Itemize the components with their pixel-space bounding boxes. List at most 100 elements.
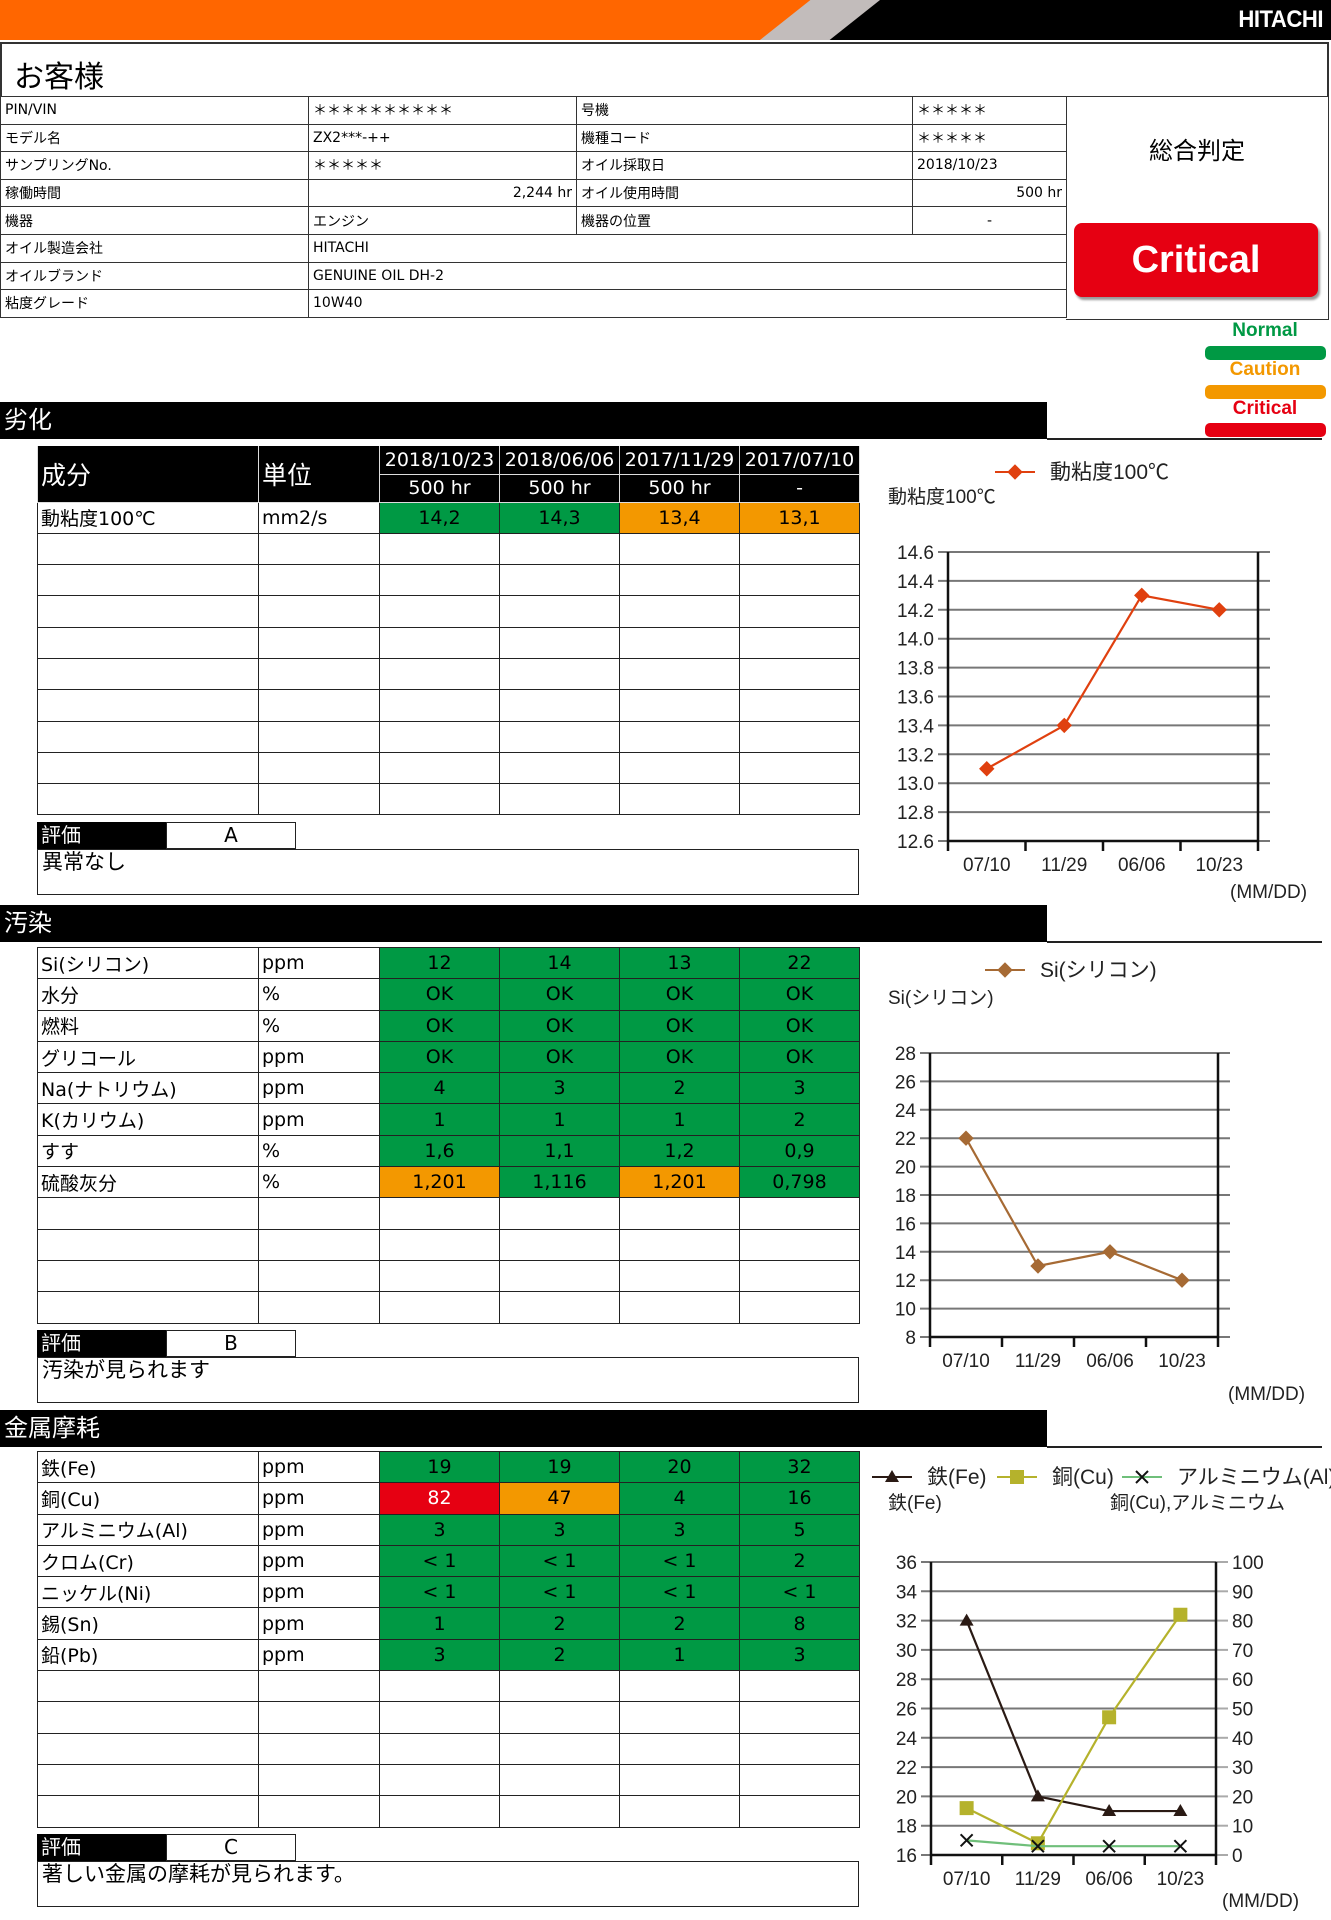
- empty-cell: [619, 657, 740, 691]
- measurement-cell: OK: [739, 1009, 860, 1042]
- empty-cell: [258, 1291, 380, 1324]
- y-right-tick-label: 0: [1232, 1846, 1243, 1867]
- measurement-cell: 2: [619, 1072, 740, 1105]
- measurement-cell: 47: [499, 1482, 620, 1515]
- empty-cell: [379, 1795, 500, 1828]
- x-tick-label: 07/10: [963, 855, 1011, 876]
- measurement-cell: 5: [739, 1513, 860, 1546]
- measurement-cell: 1,6: [379, 1134, 500, 1168]
- empty-cell: [258, 1701, 380, 1734]
- table-row: グリコール ppm OK OK OK OK: [37, 1040, 860, 1074]
- data-point: [959, 1801, 974, 1816]
- empty-cell: [258, 783, 380, 816]
- data-point: [1134, 587, 1150, 604]
- info-value: 2,244 hr: [308, 178, 577, 208]
- section-divider: [1047, 1446, 1322, 1448]
- empty-cell: [37, 1795, 259, 1828]
- empty-cell: [379, 751, 500, 785]
- y-tick-label: 24: [895, 1101, 917, 1122]
- component-name: Si(シリコン): [37, 946, 259, 980]
- y-tick-label: 16: [896, 1846, 917, 1867]
- empty-cell: [739, 783, 860, 816]
- y-tick-label: 13.2: [897, 745, 934, 766]
- empty-cell: [619, 751, 740, 785]
- legend-label: Si(シリコン): [1040, 959, 1157, 982]
- y-tick-label: 14.0: [897, 630, 934, 651]
- component-name: Na(ナトリウム): [37, 1072, 259, 1105]
- empty-cell: [258, 720, 380, 753]
- empty-row: [37, 1259, 860, 1293]
- evaluation-grade: B: [166, 1329, 296, 1357]
- empty-cell: [619, 626, 740, 659]
- measurement-cell: 13: [619, 946, 740, 980]
- info-value: ＊＊＊＊＊＊＊＊＊＊: [308, 96, 577, 125]
- empty-cell: [37, 1228, 259, 1261]
- empty-cell: [739, 657, 860, 691]
- data-point: [1102, 1710, 1117, 1725]
- empty-cell: [619, 1259, 740, 1293]
- y-tick-label: 18: [896, 1817, 917, 1838]
- empty-cell: [379, 1228, 500, 1261]
- empty-cell: [379, 1763, 500, 1797]
- empty-row: [37, 1795, 860, 1828]
- data-point: [1102, 1244, 1118, 1260]
- empty-cell: [739, 1197, 860, 1230]
- measurement-cell: < 1: [379, 1576, 500, 1609]
- data-point: [1030, 1258, 1046, 1274]
- component-unit: ppm: [258, 1072, 380, 1105]
- empty-cell: [739, 1763, 860, 1797]
- empty-cell: [37, 783, 259, 816]
- empty-cell: [499, 1228, 620, 1261]
- y-tick-label: 14.4: [897, 572, 934, 593]
- info-label: オイル使用時間: [576, 178, 913, 208]
- empty-cell: [379, 564, 500, 597]
- y-tick-label: 14.2: [897, 601, 934, 622]
- empty-cell: [37, 595, 259, 628]
- data-point: [959, 1613, 974, 1626]
- empty-row: [37, 626, 860, 659]
- table-row: 水分 % OK OK OK OK: [37, 978, 860, 1011]
- empty-cell: [499, 1197, 620, 1230]
- measurement-cell: 1: [619, 1103, 740, 1136]
- component-name: 燃料: [37, 1009, 259, 1042]
- component-name: 鉛(Pb): [37, 1638, 259, 1672]
- y-tick-label: 26: [895, 1072, 916, 1093]
- empty-cell: [499, 689, 620, 722]
- measurement-cell: 3: [619, 1513, 740, 1546]
- component-unit: %: [258, 978, 380, 1011]
- info-value: HITACHI: [308, 233, 1067, 263]
- x-tick-label: 11/29: [1041, 855, 1087, 876]
- measurement-cell: OK: [379, 978, 500, 1011]
- empty-cell: [619, 1228, 740, 1261]
- table-row: すす % 1,6 1,1 1,2 0,9: [37, 1134, 860, 1168]
- empty-cell: [258, 564, 380, 597]
- measurement-cell: 13,4: [619, 501, 740, 534]
- measurement-cell: 2: [499, 1607, 620, 1640]
- component-name: アルミニウム(Al): [37, 1513, 259, 1546]
- x-tick-label: 06/06: [1085, 1869, 1133, 1890]
- empty-row: [37, 689, 860, 722]
- y-axis-right-title: 銅(Cu),アルミニウム: [1110, 1492, 1285, 1514]
- table-row: ニッケル(Ni) ppm < 1 < 1 < 1 < 1: [37, 1576, 860, 1609]
- empty-cell: [739, 564, 860, 597]
- verdict-label: 総合判定: [1149, 137, 1245, 165]
- data-point: [1173, 1607, 1188, 1622]
- empty-cell: [619, 564, 740, 597]
- empty-cell: [379, 783, 500, 816]
- evaluation-comment: 異常なし: [37, 849, 859, 895]
- empty-cell: [619, 1763, 740, 1797]
- analysis-table: Si(シリコン) ppm 12 14 13 22 水分 % OK OK OK OK 燃料 % OK OK…: [37, 946, 860, 1324]
- component-name: 硫酸灰分: [37, 1166, 259, 1199]
- info-value: -: [912, 206, 1067, 235]
- y-tick-label: 8: [905, 1328, 916, 1349]
- empty-cell: [739, 1259, 860, 1293]
- series-line: [965, 1137, 1183, 1282]
- table-row: クロム(Cr) ppm < 1 < 1 < 12: [37, 1544, 860, 1578]
- component-unit: %: [258, 1166, 380, 1199]
- y-tick-label: 10: [895, 1300, 916, 1321]
- y-right-tick-label: 30: [1232, 1758, 1253, 1779]
- measurement-cell: 1: [379, 1607, 500, 1640]
- empty-cell: [619, 532, 740, 566]
- y-tick-label: 13.4: [897, 716, 934, 737]
- viscosity-chart: 動粘度100℃ 動粘度100℃ 12.6 12.8 13.0 13.2 13.4 13.6 13…: [888, 461, 1307, 903]
